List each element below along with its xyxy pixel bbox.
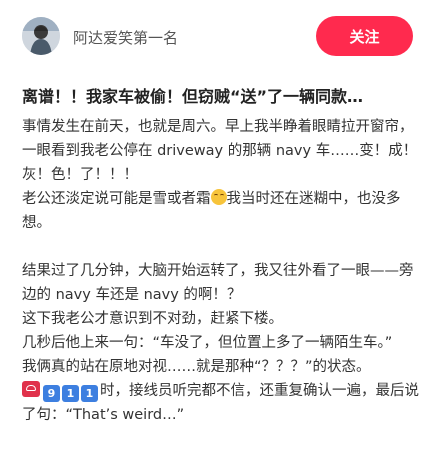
keycap-9-icon: 9	[43, 385, 60, 402]
keycap-1-icon: 1	[81, 385, 98, 402]
post-body: 事情发生在前天，也就是周六。早上我半睁着眼睛拉开窗帘，一眼看到我老公停在 dri…	[22, 115, 420, 427]
author-name[interactable]: 阿达爱笑第一名	[73, 27, 178, 48]
paragraph: 几秒后他上来一句：“车没了，但位置上多了一辆陌生车。”	[22, 335, 393, 351]
follow-button[interactable]: 关注	[316, 16, 413, 56]
keycap-1-icon: 1	[62, 385, 79, 402]
grinning-sweat-emoji-icon	[210, 189, 227, 205]
paragraph: 结果过了几分钟，大脑开始运转了，我又往外看了一眼——旁边的 navy 车还是 n…	[22, 263, 414, 303]
post-title: 离谱！！我家车被偷！但窃贼“送”了一辆同款…	[22, 87, 364, 106]
paragraph: 事情发生在前天，也就是周六。早上我半睁着眼睛拉开窗帘，一眼看到我老公停在 dri…	[22, 119, 418, 183]
avatar-image	[22, 17, 60, 55]
paragraph: 这下我老公才意识到不对劲，赶紧下楼。	[22, 311, 283, 327]
paragraph: 我俩真的站在原地对视……就是那种“？？？”的状态。	[22, 359, 371, 375]
telephone-icon	[22, 381, 40, 397]
paragraph-text: 老公还淡定说可能是雪或者霜	[22, 191, 211, 207]
post-header: 阿达爱笑第一名 关注	[0, 0, 436, 72]
paragraph: 老公还淡定说可能是雪或者霜 我当时还在迷糊中，也没多想。	[22, 187, 420, 235]
paragraph: 9 1 1 时，接线员听完都不信，还重复确认一遍，最后说了句：“That’s weir…	[22, 379, 420, 427]
author-avatar[interactable]	[22, 17, 60, 55]
